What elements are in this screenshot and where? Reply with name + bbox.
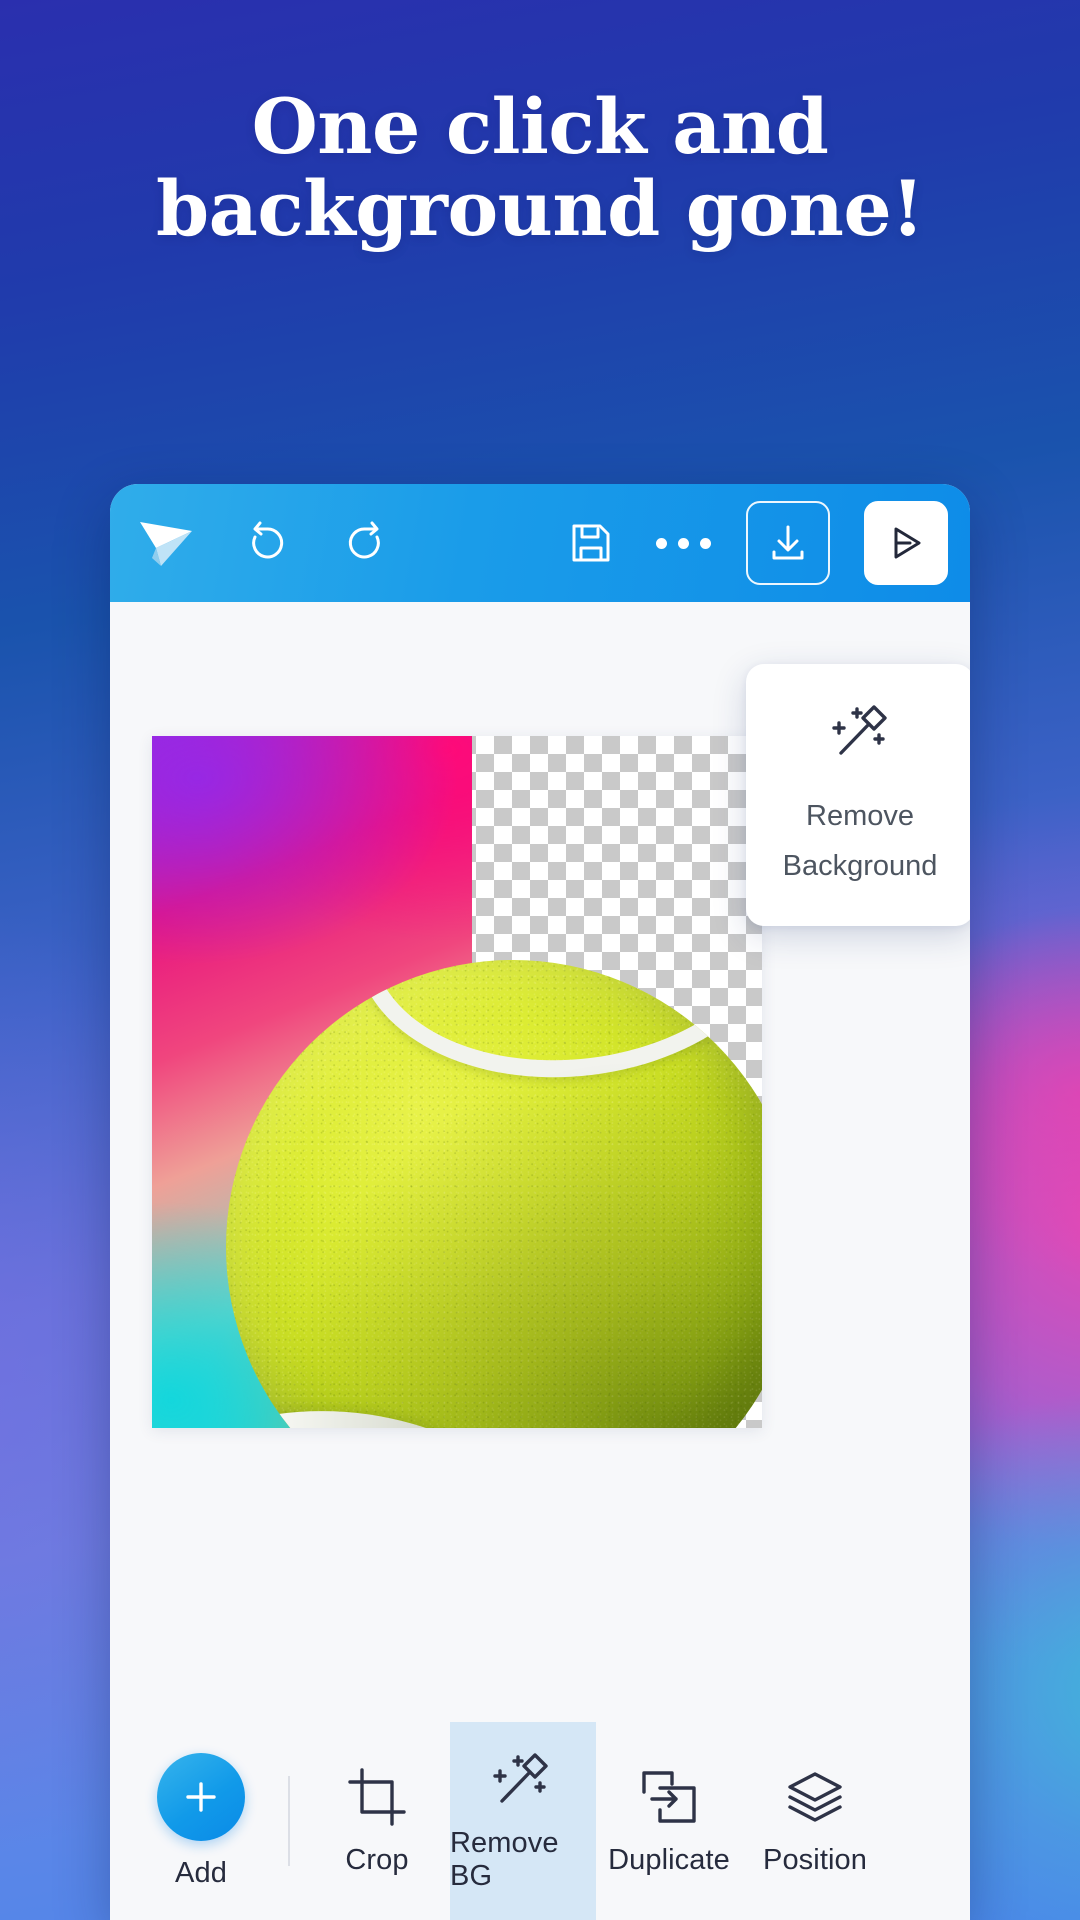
- headline-line-2: background gone!: [155, 164, 925, 253]
- position-label: Position: [763, 1843, 867, 1876]
- tooltip-line-2: Background: [782, 850, 938, 882]
- duplicate-button[interactable]: Duplicate: [596, 1722, 742, 1920]
- bottom-tool-bar: Add Crop Remove BG Duplicate Position: [110, 1722, 970, 1920]
- position-button[interactable]: Position: [742, 1722, 888, 1920]
- magic-wand-icon: [829, 701, 891, 763]
- remove-bg-button[interactable]: Remove BG: [450, 1722, 596, 1920]
- duplicate-label: Duplicate: [608, 1843, 730, 1876]
- artwork-layer[interactable]: [152, 736, 762, 1428]
- share-button[interactable]: [864, 501, 948, 585]
- magic-wand-icon: [492, 1749, 554, 1811]
- crop-icon: [346, 1766, 408, 1828]
- toolbar-left-group: [134, 514, 394, 572]
- crop-button[interactable]: Crop: [304, 1722, 450, 1920]
- phone-mockup: Remove Background Add Crop Remove BG Dup…: [110, 484, 970, 1920]
- redo-icon[interactable]: [336, 514, 394, 572]
- more-options-icon[interactable]: [654, 514, 712, 572]
- remove-background-tooltip[interactable]: Remove Background: [746, 664, 970, 926]
- download-button[interactable]: [746, 501, 830, 585]
- promo-screen: One click and background gone! Remove Ba…: [0, 0, 1080, 1920]
- headline-line-1: One click and: [251, 82, 829, 171]
- layers-icon: [784, 1766, 846, 1828]
- paper-plane-logo-icon[interactable]: [134, 514, 198, 572]
- add-button[interactable]: Add: [128, 1722, 274, 1920]
- tool-divider: [288, 1776, 290, 1866]
- duplicate-icon: [638, 1766, 700, 1828]
- undo-icon[interactable]: [238, 514, 296, 572]
- app-toolbar: [110, 484, 970, 602]
- plus-icon: [157, 1752, 245, 1841]
- toolbar-right-group: [562, 501, 948, 585]
- tooltip-line-1: Remove: [806, 800, 914, 832]
- page-title: One click and background gone!: [0, 86, 1080, 250]
- crop-label: Crop: [345, 1843, 409, 1876]
- editor-canvas[interactable]: Remove Background Add Crop Remove BG Dup…: [110, 602, 970, 1920]
- remove-bg-label: Remove BG: [450, 1827, 559, 1892]
- save-floppy-icon[interactable]: [562, 514, 620, 572]
- add-label: Add: [175, 1856, 227, 1889]
